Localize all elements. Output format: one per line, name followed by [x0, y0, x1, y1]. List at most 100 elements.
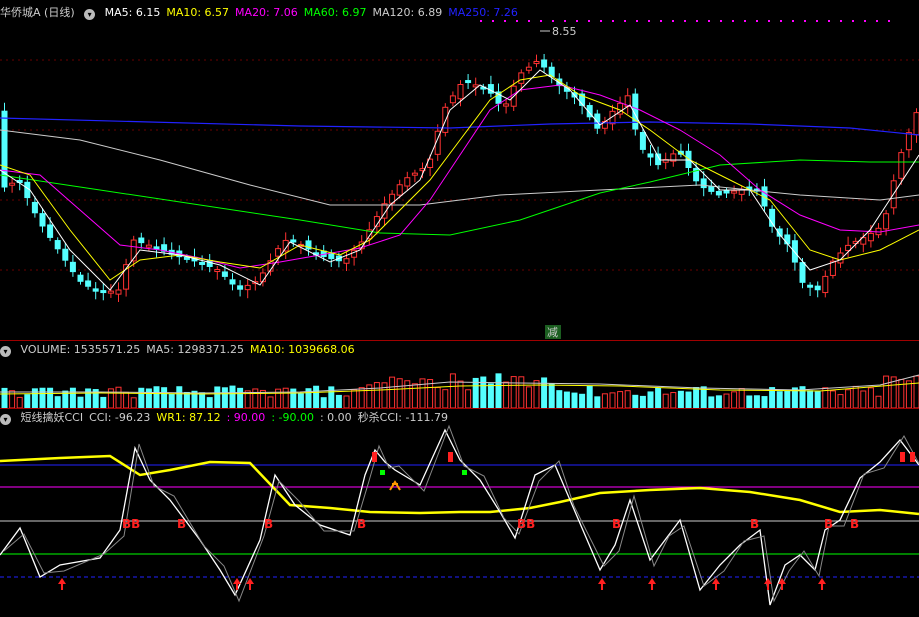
stock-chart-window: 8.55 减 BB B B B BB B B B B 华侨城A (日线) ▾ MA5: 6.15 MA… — [0, 0, 919, 617]
top-dot — [612, 20, 614, 22]
top-dot — [708, 20, 710, 22]
volume-bar — [541, 377, 548, 409]
ma5-line — [0, 69, 919, 291]
chevron-down-icon[interactable]: ▾ — [0, 414, 11, 425]
volume-bar — [738, 388, 745, 409]
ma-indicator-list: MA5: 6.15 MA10: 6.57 MA20: 7.06 MA60: 6.97 M… — [105, 6, 524, 19]
top-dot — [888, 20, 890, 22]
volume-bar — [563, 391, 570, 409]
candle-body — [647, 153, 654, 158]
ma-label-2: MA20: 7.06 — [235, 6, 298, 19]
red-marker — [372, 452, 377, 462]
top-dot — [624, 20, 626, 22]
volume-bar — [852, 385, 859, 409]
candle-body — [290, 239, 297, 243]
sell-marker-icon — [389, 480, 401, 491]
candle-body — [275, 248, 282, 257]
buy-signal-label: B — [357, 517, 366, 531]
volume-indicator-list: VOLUME: 1535571.25 MA5: 1298371.25 MA10: 1… — [21, 343, 361, 356]
volume-bar — [624, 390, 631, 409]
candle-body — [214, 269, 221, 273]
candle-body — [328, 252, 335, 260]
top-dot — [636, 20, 638, 22]
volume-bar — [495, 373, 502, 409]
volume-bar — [77, 396, 84, 409]
top-dot — [540, 20, 542, 22]
volume-bar — [753, 395, 760, 409]
volume-bar — [837, 394, 844, 409]
volume-bar — [784, 390, 791, 409]
buy-signal-label: B — [750, 517, 759, 531]
high-price-label: 8.55 — [552, 25, 577, 38]
volume-bar — [297, 393, 304, 409]
osc-label-6: 秒杀CCI: -111.79 — [357, 411, 448, 424]
volume-panel-header: ▾ VOLUME: 1535571.25 MA5: 1298371.25 MA10:… — [0, 342, 367, 358]
candle-body — [411, 172, 418, 176]
volume-bar — [16, 396, 23, 409]
candle-body — [92, 288, 99, 292]
volume-bar — [617, 391, 624, 409]
volume-bar — [411, 383, 418, 409]
up-arrow-icon — [598, 578, 606, 590]
candle-body — [396, 184, 403, 196]
volume-bar — [883, 375, 890, 409]
ma60-line — [0, 159, 919, 236]
buy-signal-label: B — [850, 517, 859, 531]
candle-body — [791, 240, 798, 263]
top-dot — [852, 20, 854, 22]
volume-bar — [487, 383, 494, 409]
top-dot — [864, 20, 866, 22]
candle-body — [913, 112, 919, 136]
candle-body — [898, 152, 905, 179]
top-dot — [696, 20, 698, 22]
up-arrow-icon — [818, 578, 826, 590]
candle-body — [206, 259, 213, 267]
candle-body — [9, 182, 16, 186]
top-dot — [672, 20, 674, 22]
volume-bar — [525, 386, 532, 409]
volume-bar — [677, 390, 684, 409]
volume-bar — [913, 375, 919, 409]
volume-bar — [206, 397, 213, 409]
volume-bar — [24, 394, 31, 409]
top-dot — [816, 20, 818, 22]
volume-bar — [404, 380, 411, 409]
top-dot — [756, 20, 758, 22]
candle-body — [525, 66, 532, 71]
volume-bar — [807, 390, 814, 409]
volume-bar — [267, 396, 274, 409]
vol-label-2: MA10: 1039668.06 — [249, 343, 355, 356]
candle-body — [487, 84, 494, 94]
volume-bar — [662, 393, 669, 409]
volume-bar — [153, 386, 160, 409]
main-panel-header: 华侨城A (日线) ▾ MA5: 6.15 MA10: 6.57 MA20: 7.0… — [0, 5, 530, 21]
candle-body — [799, 262, 806, 283]
volume-bar — [700, 386, 707, 409]
red-marker — [900, 452, 905, 462]
chevron-down-icon[interactable]: ▾ — [84, 9, 96, 20]
osc-label-4: : -90.00 — [271, 411, 314, 424]
volume-bar — [54, 396, 61, 409]
volume-bar — [396, 378, 403, 409]
top-dot — [732, 20, 734, 22]
volume-bar — [601, 393, 608, 409]
volume-bar — [9, 390, 16, 409]
chevron-down-icon[interactable]: ▾ — [0, 346, 11, 357]
volume-bar — [237, 387, 244, 409]
volume-bar — [47, 387, 54, 409]
volume-bar — [594, 396, 601, 409]
volume-bar — [115, 386, 122, 409]
volume-bar — [69, 387, 76, 409]
up-arrow-icon — [233, 578, 241, 590]
volume-bar — [351, 389, 358, 409]
volume-bar — [632, 394, 639, 409]
candle-body — [47, 224, 54, 238]
osc-label-1: CCI: -96.23 — [89, 411, 151, 424]
ma-label-3: MA60: 6.97 — [303, 6, 367, 19]
volume-bar — [639, 395, 646, 409]
volume-bar — [845, 389, 852, 409]
volume-bar — [609, 392, 616, 409]
volume-bar — [776, 391, 783, 409]
chart-canvas: 8.55减BB B B B BB B B B B — [0, 20, 919, 606]
volume-bar — [708, 396, 715, 409]
